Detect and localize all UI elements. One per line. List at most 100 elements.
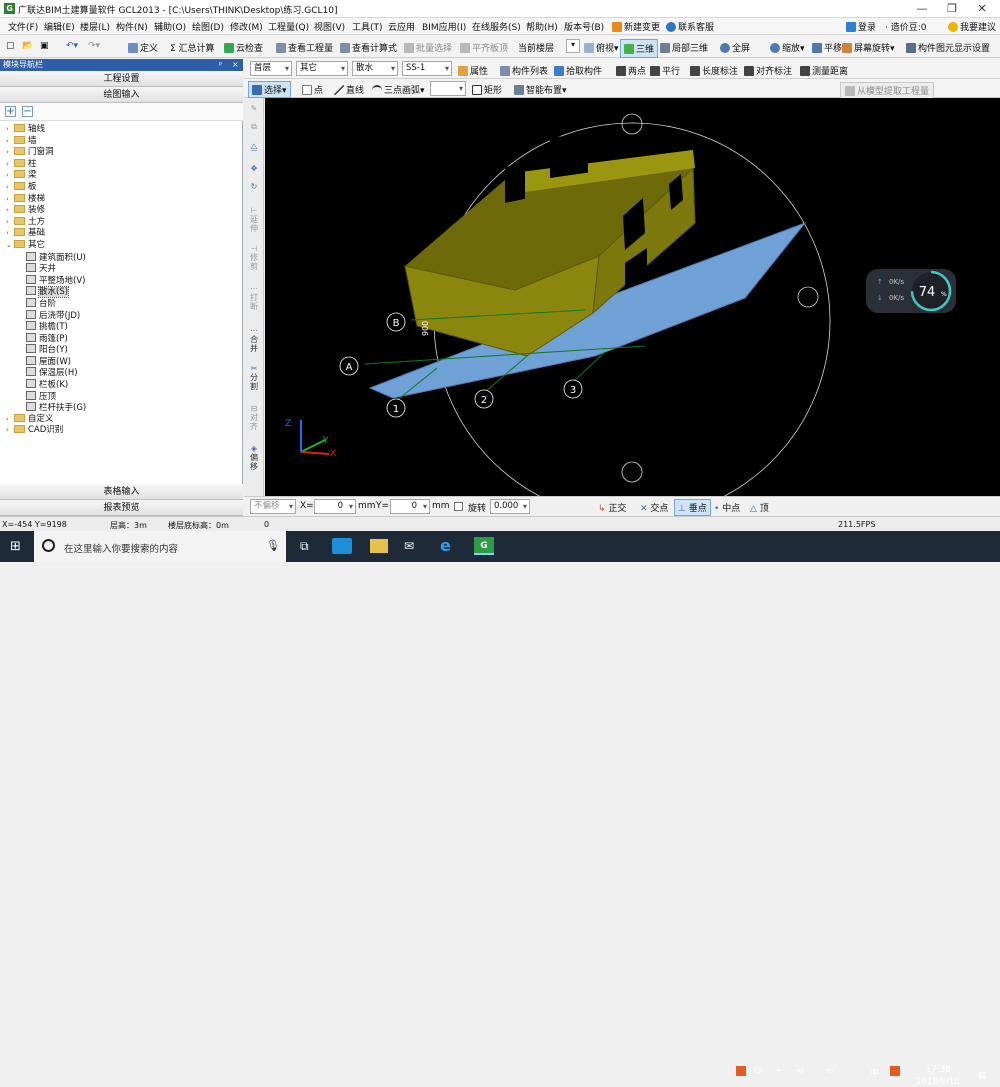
perpendicular-button[interactable]: ⊥ 垂点 [674, 499, 711, 516]
tree-item[interactable]: 挑檐(T) [6, 321, 241, 333]
axis-bubble-b[interactable]: B [386, 312, 406, 332]
fullscreen-button[interactable]: 全屏 [720, 41, 750, 54]
expand-chevron-icon[interactable]: › [6, 182, 14, 194]
redo-icon[interactable]: ↷▾ [88, 41, 100, 51]
tree-folder[interactable]: › 楼梯 [6, 193, 241, 206]
nav-close-icon[interactable]: × [232, 59, 239, 71]
tree-item[interactable]: 保温层(H) [6, 367, 241, 379]
taskbar-search-box[interactable]: 在这里输入你要搜索的内容 🎙 [34, 531, 286, 562]
break-tool[interactable]: ⋯ 打断 [247, 284, 261, 311]
x-input[interactable]: 0 [314, 499, 356, 514]
login-button[interactable]: 登录 [846, 20, 876, 33]
zoom-button[interactable]: 缩放▾ [770, 41, 805, 54]
length-mark-button[interactable]: 长度标注 [690, 64, 738, 77]
rotate-icon[interactable]: ↻ [247, 182, 261, 191]
current-floor-button[interactable]: 当前楼层 [518, 41, 554, 54]
copy-icon[interactable]: ⧉ [247, 122, 261, 131]
suggest-button[interactable]: 我要建议 [948, 20, 996, 33]
measure-button[interactable]: 测量距离 [800, 64, 848, 77]
ortho-button[interactable]: ↳ 正交 [598, 501, 626, 514]
tree-folder[interactable]: › 梁 [6, 170, 241, 182]
extract-quantity-button[interactable]: 从模型提取工程量 [840, 82, 935, 99]
tree-folder[interactable]: › 装修 [6, 205, 241, 217]
volume-tray-icon[interactable]: ◂) [796, 1066, 804, 1076]
offset-tool[interactable]: ◈ 偏移 [247, 444, 261, 471]
y-input[interactable]: 0 [390, 499, 430, 514]
orbit-handle-top[interactable] [621, 113, 643, 135]
extend-tool[interactable]: ⊢ 延伸 [247, 206, 261, 233]
align-tool[interactable]: ⊟ 对齐 [247, 404, 261, 431]
parallel-button[interactable]: 平行 [650, 64, 680, 77]
pin-icon[interactable]: ᵖ [219, 59, 222, 71]
sum-calc-button[interactable]: Σ 汇总计算 [170, 41, 215, 54]
menu-file[interactable]: 文件(F) [8, 20, 38, 33]
expand-chevron-icon[interactable]: › [6, 159, 14, 171]
menu-new-change[interactable]: 新建变更 [612, 20, 660, 33]
menu-version[interactable]: 版本号(B) [564, 20, 604, 33]
expand-chevron-icon[interactable]: › [6, 425, 14, 437]
expand-chevron-icon[interactable]: › [6, 217, 14, 229]
tree-folder[interactable]: › CAD识别 [6, 425, 241, 437]
notification-icon[interactable]: ▤ [978, 1071, 987, 1081]
property-button[interactable]: 属性 [458, 64, 488, 77]
tree-folder[interactable]: › 基础 [6, 228, 241, 240]
new-file-icon[interactable]: ▢ [6, 41, 15, 51]
mirror-icon[interactable]: ⧋ [247, 142, 261, 151]
tree-item[interactable]: 平整场地(V) [6, 274, 241, 287]
expand-chevron-icon[interactable]: › [6, 194, 14, 206]
task-view-icon[interactable]: ⧉ [300, 539, 309, 554]
menu-tools[interactable]: 工具(T) [352, 20, 383, 33]
tree-item[interactable]: 散水(S) [6, 286, 241, 299]
ime-indicator[interactable]: 中 [870, 1066, 879, 1079]
menu-edit[interactable]: 编辑(E) [44, 20, 75, 33]
expand-chevron-icon[interactable]: › [6, 147, 14, 159]
axis-bubble-a[interactable]: A [339, 356, 359, 376]
menu-component[interactable]: 构件(N) [116, 20, 148, 33]
tree-folder[interactable]: › 墙 [6, 135, 241, 148]
collapse-all-icon[interactable]: − [22, 106, 33, 117]
rectangle-button[interactable]: 矩形 [472, 83, 502, 96]
midpoint-button[interactable]: • 中点 [714, 501, 740, 514]
arc-option-select[interactable] [430, 81, 466, 96]
microphone-icon[interactable]: 🎙 [266, 539, 280, 552]
align-mark-button[interactable]: 对齐标注 [744, 64, 792, 77]
tree-item[interactable]: 建筑面积(U) [6, 251, 241, 264]
rotate-button[interactable]: 屏幕旋转▾ [842, 41, 895, 54]
tree-item[interactable]: 屋面(W) [6, 355, 241, 368]
tree-item[interactable]: 台阶 [6, 297, 241, 310]
maximize-button[interactable]: ❐ [938, 0, 966, 18]
3d-viewport[interactable]: A B 1 2 3 900 Z Y X ↑ 0K/s ↓ 0K/s 74 % [265, 98, 1000, 496]
mail-icon[interactable]: ✉ [404, 539, 414, 553]
trim-tool[interactable]: ⊣ 修剪 [247, 244, 261, 271]
point-button[interactable]: 点 [302, 83, 323, 96]
select-button[interactable]: 选择▾ [248, 81, 291, 98]
app-icon-1[interactable] [332, 538, 352, 554]
axis-bubble-2[interactable]: 2 [474, 389, 494, 409]
pick-component-button[interactable]: 拾取构件 [554, 64, 602, 77]
menu-bim[interactable]: BIM应用(I) [422, 20, 466, 33]
windows-start-icon[interactable]: ⊞ [10, 539, 21, 554]
expand-chevron-icon[interactable]: › [6, 414, 14, 426]
category-select[interactable]: 其它 [296, 61, 348, 76]
move-icon[interactable]: ✥ [247, 164, 261, 173]
menu-cloud[interactable]: 云应用 [388, 20, 415, 33]
define-button[interactable]: 定义 [128, 41, 158, 54]
merge-tool[interactable]: ⋯ 合并 [247, 326, 261, 353]
draw-input-button[interactable]: 绘图输入 [0, 87, 243, 103]
batch-select-button[interactable]: 批量选择 [404, 41, 452, 54]
tree-item[interactable]: 天井 [6, 263, 241, 275]
arc-button[interactable]: 三点画弧▾ [372, 83, 425, 96]
tree-folder[interactable]: › 板 [6, 181, 241, 194]
tree-item[interactable]: 雨篷(P) [6, 332, 241, 345]
menu-floor[interactable]: 楼层(L) [80, 20, 110, 33]
menu-modify[interactable]: 修改(M) [230, 20, 263, 33]
three-d-button[interactable]: 三维 [620, 39, 659, 58]
local-3d-button[interactable]: 局部三维 [660, 41, 708, 54]
smart-layout-button[interactable]: 智能布置▾ [514, 83, 567, 96]
sogou-tray-icon[interactable] [736, 1066, 746, 1079]
menu-quantity[interactable]: 工程量(Q) [268, 20, 309, 33]
collapse-chevron-icon[interactable]: ⌄ [6, 240, 14, 252]
tree-folder[interactable]: › 土方 [6, 216, 241, 229]
file-explorer-icon[interactable] [370, 539, 388, 553]
expand-chevron-icon[interactable]: › [6, 136, 14, 148]
